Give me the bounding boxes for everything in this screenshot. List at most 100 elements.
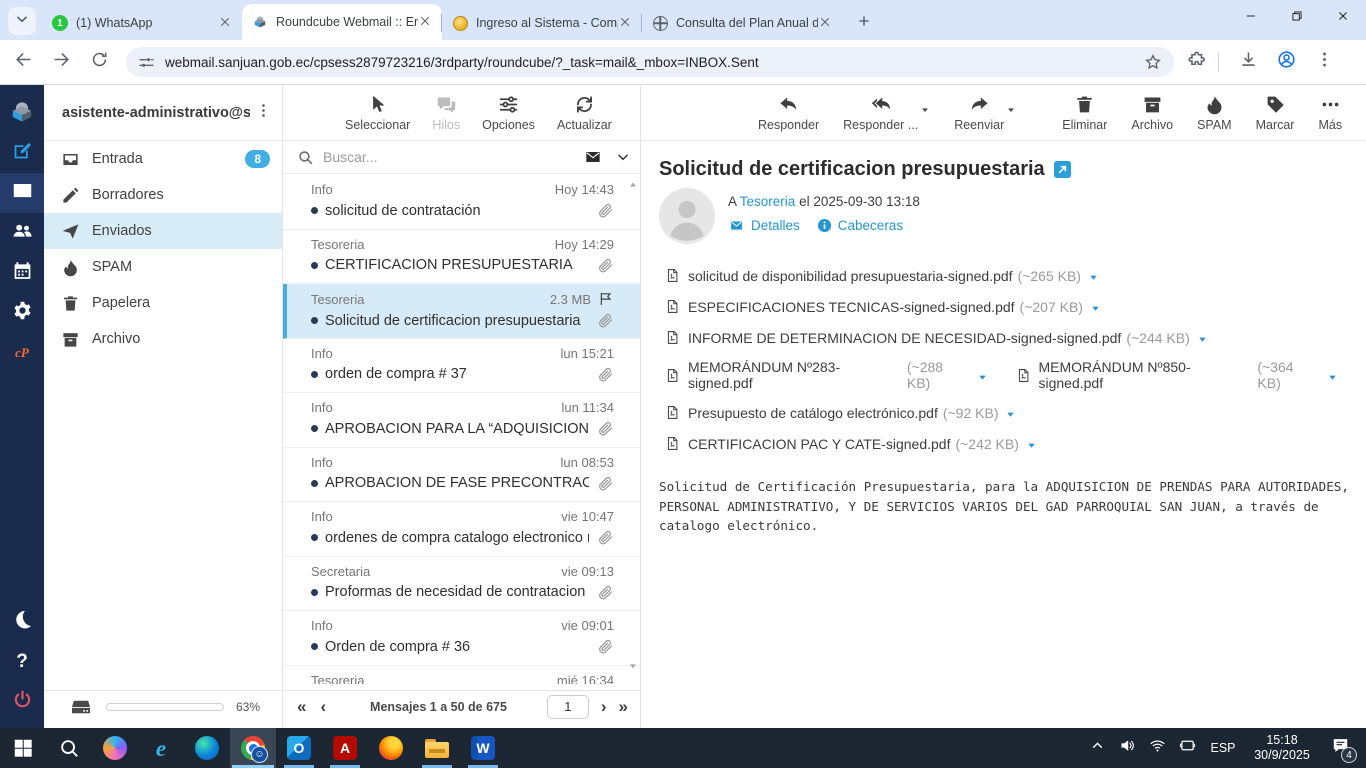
attachment-name[interactable]: CERTIFICACION PAC Y CATE-signed.pdf — [688, 436, 950, 452]
browser-menu-button[interactable] — [1309, 47, 1339, 77]
sidebar-item-papelera[interactable]: Papelera — [44, 285, 282, 321]
message-toolbar-eliminar[interactable]: Eliminar — [1062, 94, 1107, 132]
profile-button[interactable] — [1271, 47, 1301, 77]
details-toggle[interactable]: Detalles — [728, 218, 800, 233]
forward-button[interactable] — [46, 47, 76, 77]
taskbar-word-button[interactable]: W — [460, 728, 506, 768]
cpanel-logo[interactable]: cP — [0, 333, 44, 373]
attachment-item[interactable]: ESPECIFICACIONES TECNICAS-signed-signed.… — [665, 297, 1101, 316]
list-toolbar-actualizar[interactable]: Actualizar — [557, 94, 612, 132]
compose-button[interactable] — [0, 133, 44, 173]
message-toolbar-responder[interactable]: Responder ... — [843, 94, 918, 132]
notification-center-button[interactable]: 4 — [1320, 728, 1360, 768]
message-toolbar-spam[interactable]: SPAM — [1197, 94, 1232, 132]
attachment-menu-caret-icon[interactable] — [977, 370, 988, 381]
attachment-name[interactable]: ESPECIFICACIONES TECNICAS-signed-signed.… — [688, 299, 1015, 315]
address-bar[interactable]: webmail.sanjuan.gob.ec/cpsess2879723216/… — [126, 47, 1174, 77]
list-toolbar-seleccionar[interactable]: Seleccionar — [345, 94, 410, 132]
attachment-name[interactable]: Presupuesto de catálogo electrónico.pdf — [688, 405, 938, 421]
calendar-nav-button[interactable] — [0, 253, 44, 293]
message-row[interactable]: Tesoreria 2.3 MB Solicitud de certificacio… — [283, 284, 640, 339]
workspace-button[interactable] — [1172, 728, 1202, 768]
flag-icon[interactable] — [598, 291, 614, 307]
account-menu-button[interactable] — [250, 100, 276, 126]
taskbar-ie-button[interactable]: e — [138, 728, 184, 768]
close-tab-button[interactable] — [218, 15, 234, 31]
language-indicator[interactable]: ESP — [1202, 741, 1244, 755]
taskbar-outlook-button[interactable]: O — [276, 728, 322, 768]
message-row[interactable]: Info vie 09:01 Orden de compra # 36 — [283, 611, 640, 666]
downloads-button[interactable] — [1233, 47, 1263, 77]
attachment-name[interactable]: MEMORÁNDUM Nº283-signed.pdf — [688, 359, 902, 391]
mail-nav-button[interactable] — [0, 173, 44, 213]
attachment-name[interactable]: INFORME DE DETERMINACION DE NECESIDAD-si… — [688, 330, 1121, 346]
sidebar-item-archivo[interactable]: Archivo — [44, 321, 282, 357]
recipient-link[interactable]: Tesoreria — [740, 194, 796, 209]
page-number-input[interactable] — [546, 694, 589, 719]
headers-toggle[interactable]: Cabeceras — [817, 218, 903, 233]
site-info-icon[interactable] — [138, 54, 155, 71]
attachment-item[interactable]: MEMORÁNDUM Nº850-signed.pdf (~364 KB) — [1016, 359, 1339, 391]
message-row[interactable]: Tesoreria mié 16:34 — [283, 666, 640, 685]
message-toolbar-marcar[interactable]: Marcar — [1256, 94, 1294, 132]
taskbar-edge-button[interactable] — [184, 728, 230, 768]
message-row[interactable]: Info lun 08:53 APROBACION DE FASE PRECONTR… — [283, 448, 640, 502]
attachment-menu-caret-icon[interactable] — [1005, 407, 1016, 418]
list-toolbar-opciones[interactable]: Opciones — [482, 94, 535, 132]
open-in-new-window-icon[interactable] — [1053, 161, 1071, 178]
last-page-button[interactable]: » — [619, 698, 628, 715]
search-options-chevron-icon[interactable] — [616, 150, 630, 164]
scroll-down-icon[interactable] — [628, 658, 638, 669]
caret-down-icon[interactable] — [920, 102, 930, 112]
attachment-item[interactable]: MEMORÁNDUM Nº283-signed.pdf (~288 KB) — [665, 359, 988, 391]
taskbar-acrobat-button[interactable]: A — [322, 728, 368, 768]
attachment-item[interactable]: CERTIFICACION PAC Y CATE-signed.pdf (~242… — [665, 434, 1037, 453]
reload-button[interactable] — [84, 47, 114, 77]
taskbar-chrome-button[interactable]: ☺ — [230, 728, 276, 768]
attachment-item[interactable]: INFORME DE DETERMINACION DE NECESIDAD-si… — [665, 328, 1208, 347]
tab-search-button[interactable] — [8, 7, 36, 35]
browser-tab[interactable]: Consulta del Plan Anual de Con — [641, 6, 842, 40]
sidebar-item-entrada[interactable]: Entrada 8 — [44, 141, 282, 177]
list-scrollbar[interactable] — [628, 177, 638, 682]
settings-nav-button[interactable] — [0, 293, 44, 333]
close-tab-button[interactable] — [818, 15, 834, 31]
bookmark-star-icon[interactable] — [1144, 53, 1162, 71]
tray-expand-button[interactable] — [1082, 728, 1112, 768]
message-row[interactable]: Info Hoy 14:43 solicitud de contratación — [283, 175, 640, 230]
attachment-name[interactable]: solicitud de disponibilidad presupuestar… — [688, 268, 1013, 284]
caret-down-icon[interactable] — [1006, 102, 1016, 112]
message-row[interactable]: Info vie 10:47 ordenes de compra catalogo … — [283, 502, 640, 557]
message-row[interactable]: Secretaria vie 09:13 Proformas de necesida… — [283, 557, 640, 611]
next-page-button[interactable]: › — [601, 698, 607, 715]
attachment-menu-caret-icon[interactable] — [1026, 438, 1037, 449]
scroll-up-icon[interactable] — [628, 177, 638, 194]
taskbar-search-button[interactable] — [46, 728, 92, 768]
taskbar-copilot-button[interactable] — [92, 728, 138, 768]
back-button[interactable] — [8, 47, 38, 77]
close-window-button[interactable] — [1320, 0, 1366, 32]
taskbar-start-button[interactable] — [0, 728, 46, 768]
new-tab-button[interactable] — [850, 7, 878, 35]
browser-tab[interactable]: Roundcube Webmail :: Enviados — [242, 4, 442, 40]
taskbar-firefox-button[interactable] — [368, 728, 414, 768]
attachment-menu-caret-icon[interactable] — [1197, 332, 1208, 343]
search-scope-envelope-icon[interactable] — [582, 149, 604, 165]
dark-mode-button[interactable] — [0, 602, 44, 642]
volume-button[interactable] — [1112, 728, 1142, 768]
taskbar-explorer-button[interactable] — [414, 728, 460, 768]
attachment-menu-caret-icon[interactable] — [1327, 370, 1338, 381]
browser-tab[interactable]: Ingreso al Sistema - Compras P — [441, 6, 642, 40]
contacts-nav-button[interactable] — [0, 213, 44, 253]
message-row[interactable]: Info lun 15:21 orden de compra # 37 — [283, 339, 640, 393]
close-tab-button[interactable] — [418, 14, 434, 30]
help-button[interactable]: ? — [0, 642, 44, 682]
attachment-item[interactable]: solicitud de disponibilidad presupuestar… — [665, 266, 1099, 285]
attachment-menu-caret-icon[interactable] — [1090, 301, 1101, 312]
clock[interactable]: 15:18 30/9/2025 — [1244, 733, 1320, 763]
attachment-name[interactable]: MEMORÁNDUM Nº850-signed.pdf — [1039, 359, 1253, 391]
message-toolbar-reenviar[interactable]: Reenviar — [954, 94, 1004, 132]
extensions-button[interactable] — [1182, 47, 1212, 77]
browser-tab[interactable]: 1 (1) WhatsApp — [42, 6, 242, 40]
sidebar-item-enviados[interactable]: Enviados — [44, 213, 282, 249]
